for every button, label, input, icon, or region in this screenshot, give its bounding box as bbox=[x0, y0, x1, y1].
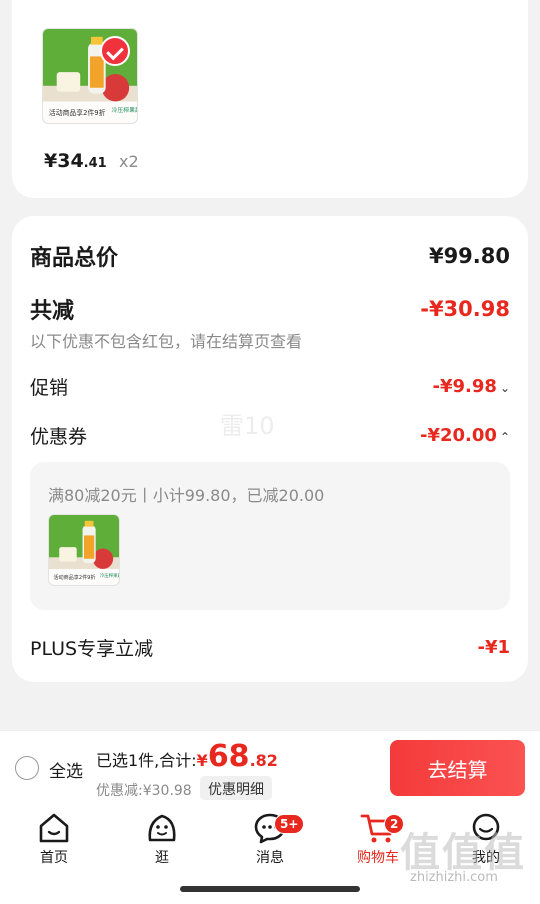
reduce-label: 共减 bbox=[30, 299, 75, 324]
svg-text:冷压榨果蔬: 冷压榨果蔬 bbox=[112, 106, 137, 114]
svg-text:活动商品享2件9折: 活动商品享2件9折 bbox=[53, 574, 95, 581]
coupon-row[interactable]: 优惠券 -¥20.00 ⌃ bbox=[30, 422, 510, 449]
item-quantity: x2 bbox=[119, 152, 139, 171]
price-summary-card: 商品总价 ¥99.80 共减 -¥30.98 以下优惠不包含红包，请在结算页查看… bbox=[12, 216, 528, 682]
select-all-label[interactable]: 全选 bbox=[49, 757, 83, 782]
checkout-button[interactable]: 去结算 bbox=[390, 740, 525, 796]
tab-home-label: 首页 bbox=[40, 850, 68, 866]
chevron-down-icon[interactable]: ⌄ bbox=[500, 381, 510, 395]
total-integer: 68 bbox=[207, 739, 250, 774]
product-card: 活动商品享2件9折 冷压榨果蔬 ¥34.41 x2 bbox=[12, 0, 528, 198]
tab-stroll[interactable]: 逛 bbox=[122, 812, 202, 867]
tab-home[interactable]: 首页 bbox=[14, 812, 94, 867]
total-value: ¥99.80 bbox=[428, 244, 510, 268]
currency-symbol: ¥ bbox=[196, 751, 208, 770]
selected-check-icon[interactable] bbox=[100, 36, 130, 66]
discount-note: 以下优惠不包含红包，请在结算页查看 bbox=[30, 332, 303, 351]
reduce-value: -¥30.98 bbox=[420, 297, 510, 321]
promo-value: -¥9.98 bbox=[432, 376, 497, 397]
total-label: 商品总价 bbox=[30, 246, 119, 271]
plus-label: PLUS专享立减 bbox=[30, 638, 154, 660]
tab-stroll-label: 逛 bbox=[155, 850, 169, 866]
select-all-radio[interactable] bbox=[15, 756, 39, 780]
coupon-detail-text: 满80减20元丨小计99.80，已减20.00 bbox=[48, 486, 325, 505]
checkout-bar: 全选 已选1件,合计:¥68.82 优惠减:¥30.98 优惠明细 去结算 bbox=[0, 730, 540, 806]
home-icon bbox=[39, 813, 69, 843]
chevron-up-icon[interactable]: ⌃ bbox=[500, 430, 510, 444]
message-badge: 5+ bbox=[274, 814, 305, 834]
coupon-value: -¥20.00 bbox=[420, 425, 497, 446]
plus-value: -¥1 bbox=[477, 637, 510, 658]
coupon-detail-box: 满80减20元丨小计99.80，已减20.00 活动商品享2件9折 冷压榨果蔬 bbox=[30, 462, 510, 610]
home-indicator bbox=[180, 886, 360, 892]
svg-text:活动商品享2件9折: 活动商品享2件9折 bbox=[49, 108, 106, 117]
plus-row: PLUS专享立减 -¥1 bbox=[30, 634, 510, 661]
total-row: 商品总价 ¥99.80 bbox=[30, 240, 510, 272]
selected-count-text: 已选1件,合计: bbox=[96, 751, 197, 770]
tab-messages[interactable]: 消息 5+ bbox=[230, 812, 310, 867]
reduce-row: 共减 -¥30.98 bbox=[30, 293, 510, 325]
total-decimal: .82 bbox=[249, 751, 278, 770]
coupon-label: 优惠券 bbox=[30, 426, 88, 448]
selected-total: 已选1件,合计:¥68.82 bbox=[96, 739, 278, 774]
promo-label: 促销 bbox=[30, 377, 69, 399]
item-price: ¥34.41 bbox=[44, 150, 107, 172]
promo-row[interactable]: 促销 -¥9.98 ⌄ bbox=[30, 373, 510, 400]
site-watermark-url: zhizhizhi.com bbox=[410, 870, 498, 885]
juice-product-image: 活动商品享2件9折 冷压榨果蔬 bbox=[49, 515, 119, 585]
discount-amount: 优惠减:¥30.98 bbox=[96, 783, 192, 799]
tab-messages-label: 消息 bbox=[256, 850, 284, 866]
discount-detail-button[interactable]: 优惠明细 bbox=[200, 776, 272, 800]
coupon-product-thumbnail[interactable]: 活动商品享2件9折 冷压榨果蔬 bbox=[48, 514, 120, 586]
stroll-icon bbox=[148, 814, 176, 842]
